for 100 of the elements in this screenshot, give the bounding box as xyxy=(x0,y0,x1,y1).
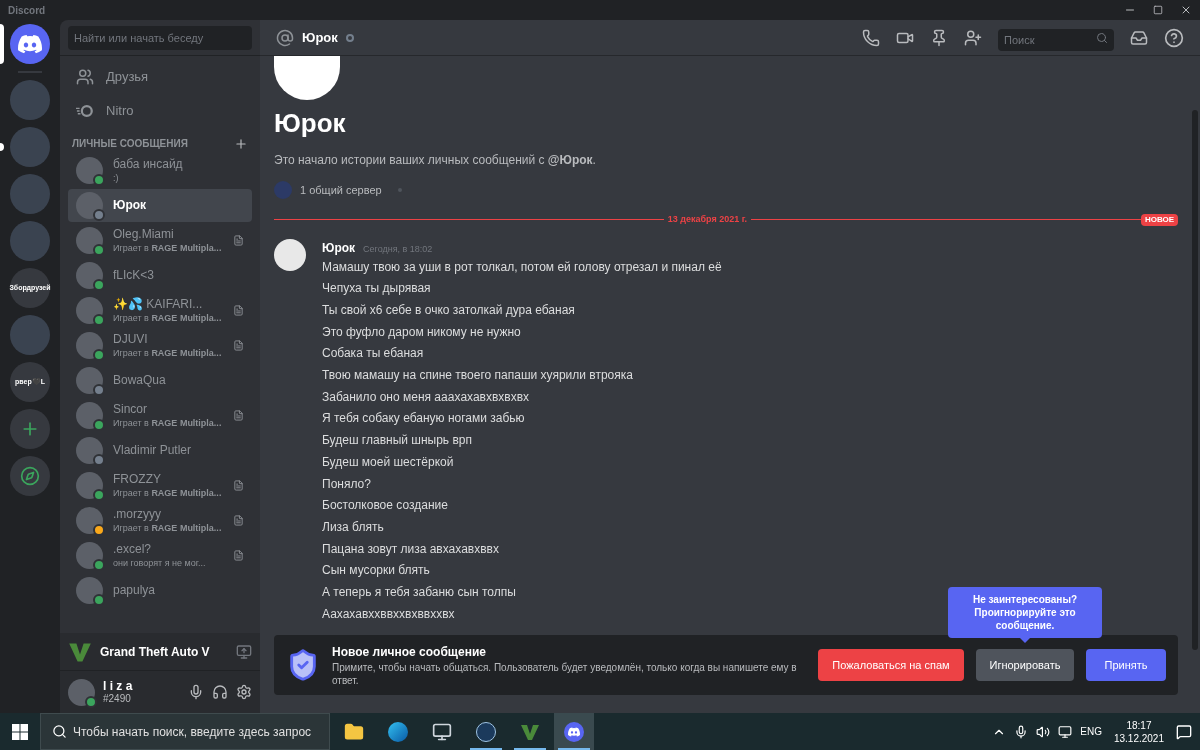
dm-item[interactable]: .excel? они говорят я не мог... xyxy=(68,539,252,572)
dm-name: BowaQua xyxy=(113,373,167,388)
avatar-placeholder xyxy=(76,437,103,464)
message-text: А теперь я тебя забаню сын толпы xyxy=(322,584,517,602)
mutual-servers[interactable]: 1 общий сервер xyxy=(300,181,382,199)
search-icon xyxy=(1096,31,1108,44)
message-text: Собака ты ебаная xyxy=(322,345,425,363)
dm-activity: :) xyxy=(113,172,120,184)
network-icon[interactable] xyxy=(1058,724,1073,739)
nav-item[interactable]: Друзья xyxy=(68,60,252,94)
add-dm-icon[interactable] xyxy=(234,136,248,151)
channel-title: Юрок xyxy=(302,28,338,47)
request-button[interactable]: Принять xyxy=(1086,649,1166,681)
details-icon xyxy=(233,480,244,491)
dm-item[interactable]: DJUVI Играет в RAGE Multipla... xyxy=(68,329,252,362)
taskbar-app[interactable] xyxy=(554,713,594,750)
pin-icon[interactable] xyxy=(930,28,948,47)
avatar-placeholder xyxy=(76,507,103,534)
dm-name: DJUVI xyxy=(113,332,149,347)
microphone-icon[interactable] xyxy=(188,684,204,700)
dm-item[interactable]: Oleg.Miami Играет в RAGE Multipla... xyxy=(68,224,252,257)
details-icon xyxy=(233,340,244,351)
folder-icon xyxy=(344,721,364,742)
dm-item[interactable]: papulya xyxy=(68,574,252,607)
window-title: Discord xyxy=(7,3,46,18)
dm-item[interactable]: ✨💦 KAIFARI... Играет в RAGE Multipla... xyxy=(68,294,252,327)
tooltip: Не заинтересованы? Проигнорируйте это сообщение. xyxy=(948,587,1102,638)
tooltip-arrow xyxy=(1020,638,1030,643)
help-icon[interactable] xyxy=(1164,27,1184,48)
search-field[interactable]: Чтобы начать поиск, введите здесь запрос xyxy=(40,713,330,750)
discord-logo-icon xyxy=(18,34,42,54)
message-text: Сын мусорки блять xyxy=(322,562,431,580)
message-text: Аахахавххввххвхввххвх xyxy=(322,605,456,623)
dm-activity: Играет в RAGE Multipla... xyxy=(113,487,223,499)
headphones-icon[interactable] xyxy=(212,684,228,700)
username: l i z a xyxy=(103,679,134,693)
request-title: Новое личное сообщение xyxy=(332,644,487,661)
message-text: Чепуха ты дырявая xyxy=(322,280,432,298)
details-icon xyxy=(233,515,244,526)
dm-name: fLIcK<3 xyxy=(113,268,156,283)
dm-name: papulya xyxy=(113,583,157,598)
microphone-icon[interactable] xyxy=(1014,724,1029,739)
dm-activity: Играет в RAGE Multipla... xyxy=(113,417,223,429)
language-indicator[interactable]: ENG xyxy=(1080,724,1102,739)
notifications-icon[interactable] xyxy=(1176,723,1192,740)
message-text: Будеш моей шестёркой xyxy=(322,453,455,471)
request-button[interactable]: Пожаловаться на спам xyxy=(818,649,964,681)
avatar-placeholder xyxy=(76,542,103,569)
game-title: Grand Theft Auto V xyxy=(100,643,211,661)
dm-name: .excel? xyxy=(113,542,153,557)
nav-item[interactable]: Nitro xyxy=(68,94,252,128)
details-icon xyxy=(233,235,244,246)
avatar-placeholder xyxy=(76,402,103,429)
dm-activity: Играет в RAGE Multipla... xyxy=(113,242,223,254)
monitor-icon xyxy=(432,721,452,742)
settings-icon[interactable] xyxy=(236,684,252,700)
dm-item[interactable]: .morzyyy Играет в RAGE Multipla... xyxy=(68,504,252,537)
intro-title: Юрок xyxy=(274,107,347,140)
date-divider: 13 декабря 2021 г. xyxy=(666,213,749,226)
avatar-placeholder xyxy=(76,367,103,394)
dm-name: FROZZY xyxy=(113,472,162,487)
dm-item[interactable]: FROZZY Играет в RAGE Multipla... xyxy=(68,469,252,502)
dm-activity: Играет в RAGE Multipla... xyxy=(113,312,223,324)
screen-share-icon[interactable] xyxy=(236,643,252,660)
search-field[interactable]: Поиск xyxy=(998,28,1114,51)
dm-activity: они говорят я не мог... xyxy=(113,557,207,569)
message-text: Я тебя собаку ебаную ногами забью xyxy=(322,410,526,428)
dm-name: Sincor xyxy=(113,402,148,417)
add-user-icon[interactable] xyxy=(964,28,982,47)
dm-item[interactable]: баба инсайд :) xyxy=(68,154,252,187)
close-icon xyxy=(1180,4,1192,16)
clock-date[interactable]: 13.12.2021 xyxy=(1113,731,1164,745)
user-tag: #2490 xyxy=(103,693,180,705)
request-button[interactable]: Игнорировать xyxy=(976,649,1074,681)
dm-item[interactable]: Юрок xyxy=(68,189,252,222)
details-icon xyxy=(233,410,244,421)
author-avatar xyxy=(274,238,306,271)
inbox-icon[interactable] xyxy=(1130,28,1148,47)
dm-item[interactable]: fLIcK<3 xyxy=(68,259,252,292)
intro-text: Это начало истории ваших личных сообщений с @Юрок. xyxy=(274,152,597,169)
message-text: Лиза блять xyxy=(322,518,385,536)
call-icon[interactable] xyxy=(862,28,880,47)
scrollbar-thumb[interactable] xyxy=(1192,110,1198,650)
dm-name: баба инсайд xyxy=(113,157,184,172)
clock-time[interactable]: 18:17 xyxy=(1126,718,1152,732)
avatar-placeholder xyxy=(76,577,103,604)
search-icon xyxy=(52,724,67,739)
dm-item[interactable]: Vladimir Putler xyxy=(68,434,252,467)
message-text: Пацана зовут лиза авхахавхввх xyxy=(322,540,500,558)
volume-icon[interactable] xyxy=(1036,724,1051,739)
message-author[interactable]: Юрок xyxy=(322,238,356,257)
message-text: Забанило оно меня аааxахавхвхвхвх xyxy=(322,388,531,406)
windows-logo-icon xyxy=(12,723,28,740)
dm-activity: Играет в RAGE Multipla... xyxy=(113,522,223,534)
avatar-placeholder xyxy=(76,192,103,219)
dm-item[interactable]: Sincor Играет в RAGE Multipla... xyxy=(68,399,252,432)
maximize-icon xyxy=(1153,5,1163,15)
new-badge: НОВОЕ xyxy=(1140,213,1178,226)
search-field[interactable]: Найти или начать беседу xyxy=(68,25,252,50)
dm-item[interactable]: BowaQua xyxy=(68,364,252,397)
